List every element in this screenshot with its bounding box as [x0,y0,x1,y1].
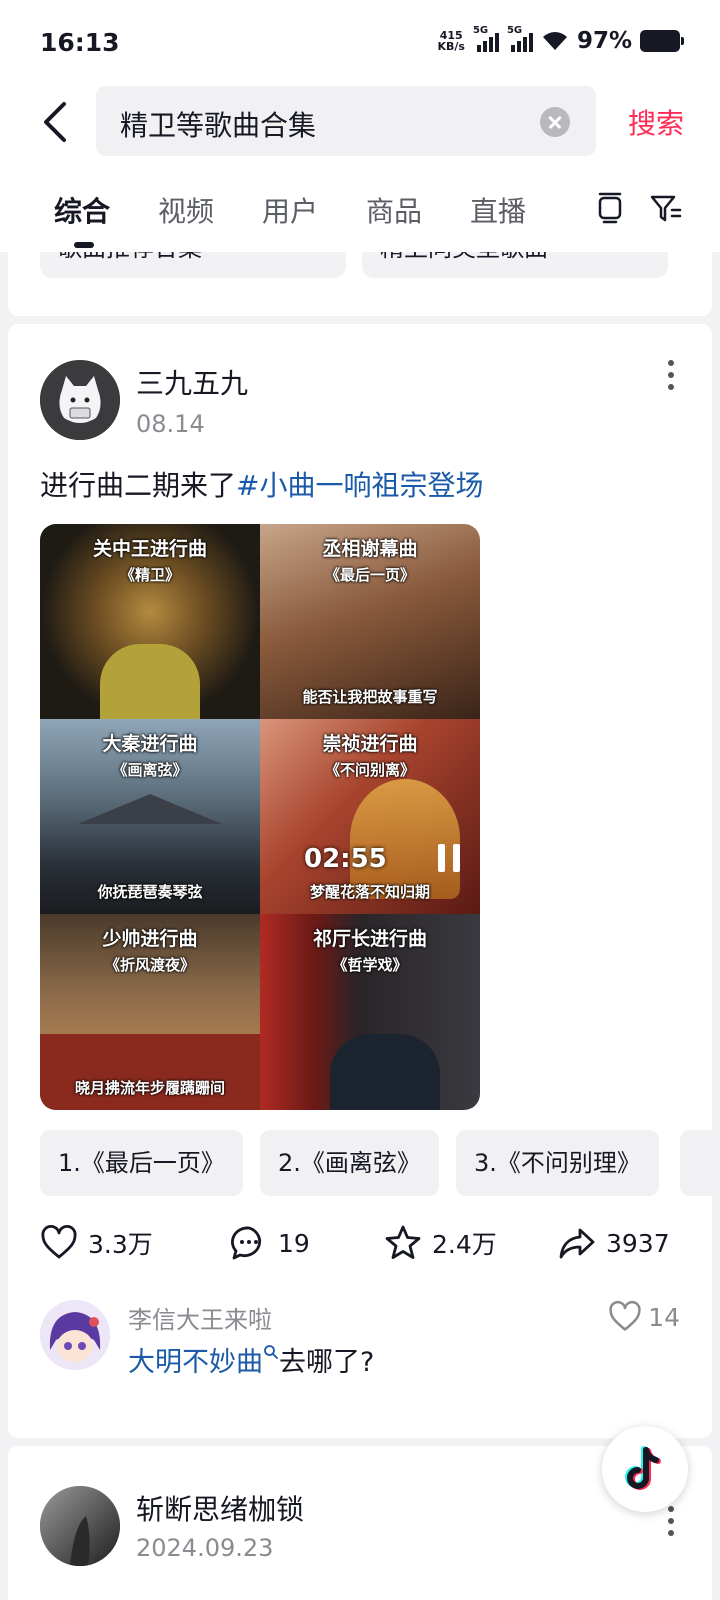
status-indicators: 415 KB/s 5G 5G 97% [437,25,684,54]
heart-icon [609,1300,641,1331]
thumbnail-tile: 关中王进行曲 《精卫》 [40,524,260,719]
tab-products[interactable]: 商品 [366,190,422,230]
cat-avatar-icon [40,360,120,440]
comment-text: 大明不妙曲 去哪了? [128,1340,374,1379]
thumbnail-tile: 丞相谢幕曲 《最后一页》 能否让我把故事重写 [260,524,480,719]
comment-like-button[interactable]: 14 [608,1300,680,1334]
thumbnail-tile: 少帅进行曲 《折风渡夜》 晓月拂流年步履蹒跚间 [40,914,260,1110]
anime-avatar-icon [40,1300,110,1370]
search-input[interactable]: 精卫等歌曲合集 [96,86,596,156]
signal-icon: 5G [473,25,499,52]
song-chip[interactable]: 1.《最后一页》 [40,1130,243,1196]
douyin-float-button[interactable] [602,1426,688,1512]
network-speed: 415 KB/s [437,29,465,53]
avatar[interactable] [40,1486,120,1566]
pause-icon[interactable] [438,844,460,872]
favorite-button[interactable]: 2.4万 [384,1224,497,1262]
back-button[interactable] [38,98,78,146]
song-chip-list: 1.《最后一页》 2.《画离弦》 3.《不问别理》 [40,1130,712,1196]
top-comment[interactable]: 李信大王来啦 大明不妙曲 去哪了? 14 [40,1300,680,1400]
comment-search-link[interactable]: 大明不妙曲 [128,1347,263,1378]
thumbnail-tile: 崇祯进行曲 《不问别离》 梦醒花落不知归期 [260,719,480,914]
related-searches-card: 歌曲推荐合集 精卫同类型歌曲 [8,252,712,316]
post-date: 08.14 [136,410,205,438]
signal-icon-2: 5G [507,25,533,52]
song-chip-partial[interactable] [680,1130,712,1196]
tab-video[interactable]: 视频 [158,190,214,230]
post-date: 2024.09.23 [136,1534,274,1562]
search-tabs: 综合 视频 用户 商品 直播 [0,166,720,252]
hashtag-link[interactable]: #小曲一响祖宗登场 [236,469,483,502]
search-button[interactable]: 搜索 [628,102,684,142]
avatar[interactable] [40,1300,110,1370]
tab-users[interactable]: 用户 [262,190,318,230]
video-duration: 02:55 [304,844,387,874]
photo-avatar-icon [40,1486,120,1566]
battery-percent: 97% [576,28,632,54]
related-chip[interactable]: 歌曲推荐合集 [40,252,346,278]
clear-search-button[interactable] [540,107,570,137]
post-card: 三九五九 08.14 进行曲二期来了#小曲一响祖宗登场 关中王进行曲 《精卫》 … [8,324,712,1438]
thumbnail-tile: 祁厅长进行曲 《哲学戏》 [260,914,480,1110]
more-options-icon[interactable] [666,360,676,390]
comment-username[interactable]: 李信大王来啦 [128,1300,272,1335]
chevron-left-icon [44,102,66,142]
post-author[interactable]: 三九五九 [136,362,248,402]
post-actions: 3.3万 19 2.4万 3937 [40,1224,680,1274]
tab-general[interactable]: 综合 [54,190,110,230]
search-header: 精卫等歌曲合集 搜索 [0,86,720,166]
battery-icon [640,30,684,52]
post-caption: 进行曲二期来了#小曲一响祖宗登场 [40,469,484,502]
status-bar: 16:13 415 KB/s 5G 5G 97% [0,0,720,86]
wifi-icon [542,32,567,50]
tiktok-logo-icon [625,1446,661,1490]
avatar[interactable] [40,360,120,440]
tab-live[interactable]: 直播 [470,190,526,230]
tab-active-indicator [74,242,94,248]
like-button[interactable]: 3.3万 [40,1224,153,1262]
post-author[interactable]: 斩断思绪枷锁 [136,1488,304,1528]
song-chip[interactable]: 2.《画离弦》 [260,1130,439,1196]
star-icon [385,1225,421,1259]
song-chip[interactable]: 3.《不问别理》 [456,1130,659,1196]
share-button[interactable]: 3937 [558,1224,670,1262]
heart-icon [41,1224,77,1259]
layout-toggle-icon[interactable] [592,190,628,226]
search-query[interactable]: 精卫等歌曲合集 [120,104,316,144]
comment-icon [231,1226,262,1260]
thumbnail-tile: 大秦进行曲 《画离弦》 你抚琵琶奏琴弦 [40,719,260,914]
filter-icon[interactable] [648,190,684,226]
status-time: 16:13 [40,28,120,57]
comment-button[interactable]: 19 [230,1224,310,1262]
share-icon [559,1228,595,1259]
related-chip[interactable]: 精卫同类型歌曲 [362,252,668,278]
video-thumbnail[interactable]: 关中王进行曲 《精卫》 丞相谢幕曲 《最后一页》 能否让我把故事重写 大秦进行曲… [40,524,480,1110]
search-icon [264,1345,278,1359]
